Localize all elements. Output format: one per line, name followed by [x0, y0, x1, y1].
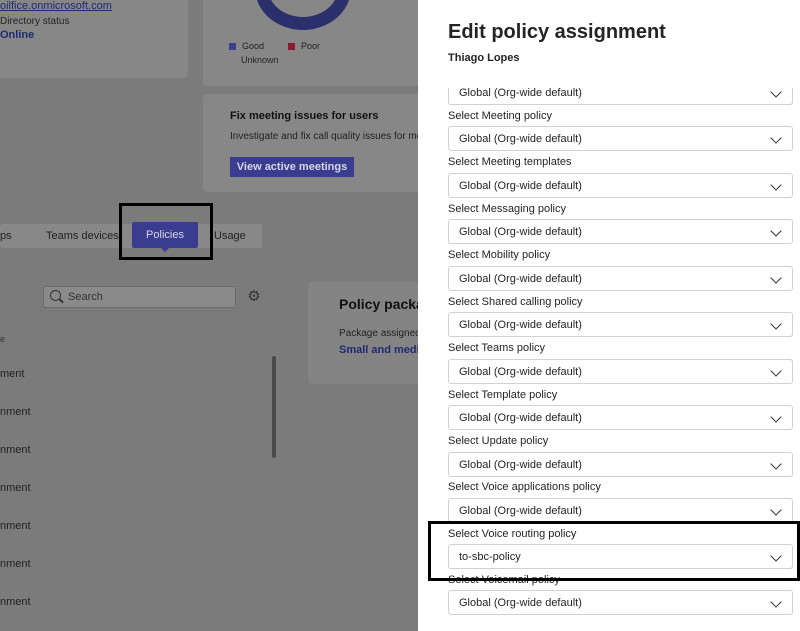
meeting-policy-dropdown[interactable]: Global (Org-wide default) [448, 126, 793, 151]
policy-label-meeting: Select Meeting policy [448, 110, 552, 122]
fix-meeting-issues-title: Fix meeting issues for users [230, 110, 379, 122]
policy-label-meeting-templates: Select Meeting templates [448, 156, 572, 168]
user-email-link[interactable]: oilfice.onmicrosoft.com [0, 0, 112, 12]
voice-applications-policy-dropdown[interactable]: Global (Org-wide default) [448, 498, 793, 523]
package-assigned-label: Package assigned [339, 328, 418, 339]
chevron-down-icon [770, 132, 782, 144]
policy-package-title: Policy packa [339, 296, 418, 312]
dropdown-value: Global (Org-wide default) [459, 88, 582, 99]
update-policy-dropdown[interactable]: Global (Org-wide default) [448, 452, 793, 477]
dropdown-value: Global (Org-wide default) [459, 180, 582, 192]
fix-meeting-issues-description: Investigate and fix call quality issues … [230, 131, 418, 142]
list-item[interactable]: nment [0, 558, 31, 570]
legend-good: Good [229, 41, 264, 51]
policy-label-mobility: Select Mobility policy [448, 249, 551, 261]
list-scrollbar[interactable] [272, 356, 276, 458]
list-column-header: e [0, 334, 6, 344]
dropdown-value: Global (Org-wide default) [459, 319, 582, 331]
legend-poor: Poor [288, 41, 320, 51]
dropdown-value: Global (Org-wide default) [459, 412, 582, 424]
chevron-down-icon [770, 179, 782, 191]
list-item[interactable]: ment [0, 368, 24, 380]
policy-label-teams: Select Teams policy [448, 342, 546, 354]
panel-user-name: Thiago Lopes [448, 52, 520, 64]
voice-routing-highlight-box [428, 521, 800, 581]
tab-teams-devices[interactable]: Teams devices [46, 230, 119, 242]
legend-poor-label: Poor [301, 41, 321, 51]
chevron-down-icon [770, 411, 782, 423]
panel-title: Edit policy assignment [448, 21, 666, 43]
dropdown-value: Global (Org-wide default) [459, 366, 582, 378]
dropdown-value: Global (Org-wide default) [459, 597, 582, 609]
policy-label-template: Select Template policy [448, 389, 558, 401]
directory-status-label: Directory status [0, 16, 70, 27]
policy-label-voice-applications: Select Voice applications policy [448, 481, 601, 493]
teams-policy-dropdown[interactable]: Global (Org-wide default) [448, 359, 793, 384]
legend-unknown: Unknown [241, 55, 279, 65]
search-placeholder: Search [68, 291, 103, 303]
fix-meeting-issues-card [203, 94, 418, 192]
policy-dropdown-previous[interactable]: Global (Org-wide default) [448, 88, 793, 105]
chevron-down-icon [770, 596, 782, 608]
template-policy-dropdown[interactable]: Global (Org-wide default) [448, 405, 793, 430]
gear-icon[interactable]: ⚙ [247, 289, 261, 304]
legend-good-label: Good [242, 41, 265, 51]
view-active-meetings-button[interactable]: View active meetings [230, 157, 354, 177]
legend-poor-swatch [288, 42, 295, 50]
list-item[interactable]: nment [0, 482, 31, 494]
chevron-down-icon [770, 458, 782, 470]
background-page: oilfice.onmicrosoft.com Directory status… [0, 0, 418, 631]
package-assigned-value[interactable]: Small and medi [339, 344, 418, 356]
chevron-down-icon [770, 272, 782, 284]
chevron-down-icon [770, 365, 782, 377]
legend-unknown-label: Unknown [241, 55, 279, 65]
list-item[interactable]: nment [0, 596, 31, 608]
chevron-down-icon [770, 318, 782, 330]
directory-status-value: Online [0, 29, 35, 41]
legend-good-swatch [229, 42, 236, 50]
chevron-down-icon [770, 88, 782, 98]
dropdown-value: Global (Org-wide default) [459, 505, 582, 517]
policy-label-shared-calling: Select Shared calling policy [448, 296, 583, 308]
chevron-down-icon [770, 504, 782, 516]
list-item[interactable]: nment [0, 520, 31, 532]
search-icon [50, 290, 61, 301]
dropdown-value: Global (Org-wide default) [459, 459, 582, 471]
chevron-down-icon [770, 225, 782, 237]
list-item[interactable]: nment [0, 406, 31, 418]
meeting-templates-dropdown[interactable]: Global (Org-wide default) [448, 173, 793, 198]
dropdown-value: Global (Org-wide default) [459, 273, 582, 285]
dropdown-value: Global (Org-wide default) [459, 226, 582, 238]
policy-label-messaging: Select Messaging policy [448, 203, 567, 215]
policy-label-update: Select Update policy [448, 435, 549, 447]
mobility-policy-dropdown[interactable]: Global (Org-wide default) [448, 266, 793, 291]
dropdown-value: Global (Org-wide default) [459, 133, 582, 145]
tab-apps[interactable]: ps [0, 230, 12, 242]
messaging-policy-dropdown[interactable]: Global (Org-wide default) [448, 219, 793, 244]
list-item[interactable]: nment [0, 444, 31, 456]
policies-tab-highlight-box [119, 203, 213, 260]
tab-usage[interactable]: Usage [214, 230, 246, 242]
shared-calling-policy-dropdown[interactable]: Global (Org-wide default) [448, 312, 793, 337]
voicemail-policy-dropdown[interactable]: Global (Org-wide default) [448, 590, 793, 615]
